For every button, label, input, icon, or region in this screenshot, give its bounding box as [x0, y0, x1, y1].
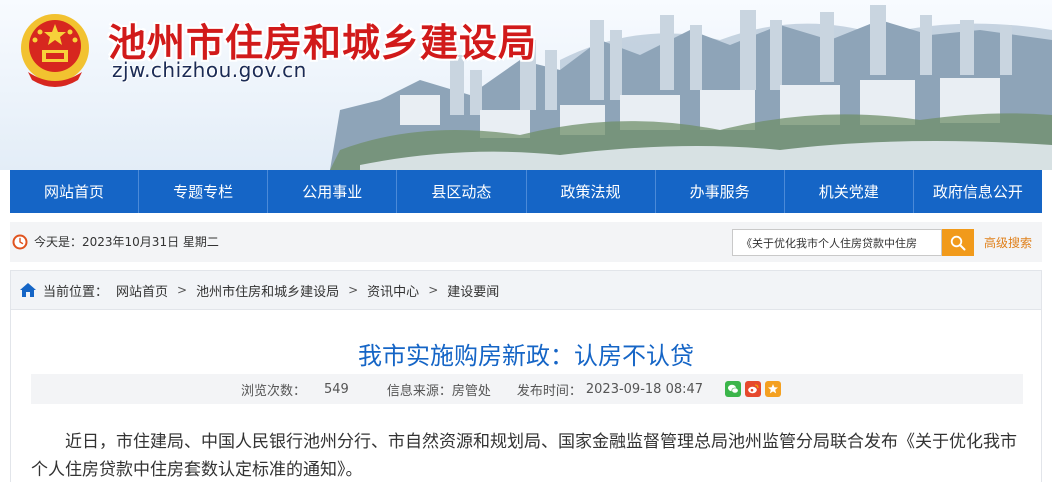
nav-item-services[interactable]: 办事服务: [656, 170, 785, 213]
article-title: 我市实施购房新政：认房不认贷: [358, 342, 694, 370]
search-icon: [950, 235, 966, 250]
nav-item-public-utilities[interactable]: 公用事业: [268, 170, 398, 213]
article-body: 近日，市住建局、中国人民银行池州分行、市自然资源和规划局、国家金融监督管理总局池…: [31, 432, 1017, 480]
nav-item-special-topics[interactable]: 专题专栏: [139, 170, 269, 213]
weibo-share-icon[interactable]: [745, 381, 762, 397]
nav-item-gov-info[interactable]: 政府信息公开: [914, 170, 1042, 213]
breadcrumb-separator: >: [177, 283, 188, 297]
favorite-star-icon[interactable]: [765, 381, 782, 397]
source-value: 房管处: [451, 383, 491, 399]
breadcrumb-news-center[interactable]: 资讯中心: [367, 281, 419, 300]
info-bar: 今天是：2023年10月31日 星期二 高级搜索: [10, 222, 1042, 262]
national-emblem-logo: [21, 14, 89, 87]
header-banner: 池州市住房和城乡建设局 zjw.chizhou.gov.cn: [0, 0, 1052, 170]
breadcrumb: 当前位置： 网站首页 > 池州市住房和城乡建设局 > 资讯中心 > 建设要闻: [10, 270, 1042, 310]
breadcrumb-separator: >: [428, 283, 439, 297]
publish-time: 2023-09-18 08:47: [585, 381, 704, 397]
clock-icon: [12, 234, 28, 249]
site-url: zjw.chizhou.gov.cn: [112, 58, 307, 82]
article-meta: 浏览次数： 549 信息来源： 房管处 发布时间： 2023-09-18 08:…: [31, 374, 1023, 404]
nav-item-county-news[interactable]: 县区动态: [397, 170, 527, 213]
nav-item-policies[interactable]: 政策法规: [527, 170, 656, 213]
breadcrumb-separator: >: [348, 283, 359, 297]
article: 我市实施购房新政：认房不认贷 浏览次数： 549 信息来源： 房管处 发布时间：…: [10, 310, 1042, 482]
publish-label: 发布时间：: [516, 383, 582, 399]
nav-item-party-building[interactable]: 机关党建: [785, 170, 914, 213]
wechat-share-icon[interactable]: [725, 381, 742, 397]
search-button[interactable]: [942, 229, 974, 256]
views-count: 549: [324, 381, 349, 397]
main-nav: 网站首页 专题专栏 公用事业 县区动态 政策法规 办事服务 机关党建 政府信息公…: [10, 170, 1042, 213]
date-display: 今天是：2023年10月31日 星期二: [12, 233, 219, 250]
views-label: 浏览次数：: [241, 383, 307, 399]
breadcrumb-bureau[interactable]: 池州市住房和城乡建设局: [196, 281, 339, 300]
source-label: 信息来源：: [386, 383, 452, 399]
search-input[interactable]: [732, 229, 942, 256]
breadcrumb-home[interactable]: 网站首页: [116, 281, 168, 300]
breadcrumb-construction-news[interactable]: 建设要闻: [447, 281, 499, 300]
advanced-search-link[interactable]: 高级搜索: [984, 234, 1032, 251]
nav-item-home[interactable]: 网站首页: [10, 170, 140, 213]
home-icon: [20, 283, 36, 297]
date-text: 今天是：2023年10月31日 星期二: [34, 235, 219, 249]
breadcrumb-label: 当前位置：: [43, 284, 109, 300]
